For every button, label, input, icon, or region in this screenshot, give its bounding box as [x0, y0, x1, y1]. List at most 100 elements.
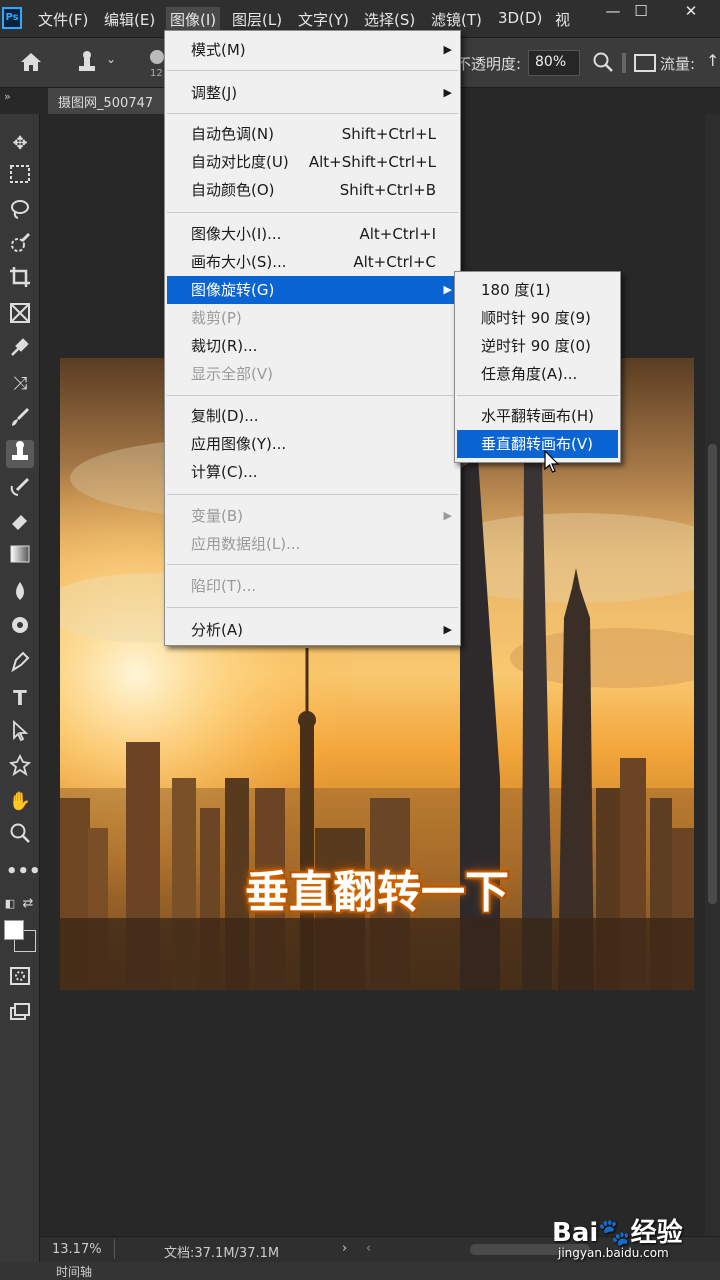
menu-type[interactable]: 文字(Y) — [298, 9, 349, 30]
marquee-icon[interactable] — [6, 164, 34, 192]
gradient-icon[interactable] — [6, 544, 34, 572]
close-button[interactable]: ✕ — [668, 2, 714, 22]
search-icon[interactable] — [592, 51, 614, 77]
flow-label: 流量: — [660, 55, 696, 73]
opacity-input[interactable]: 80% — [528, 50, 580, 76]
brush-icon[interactable] — [6, 406, 34, 434]
submenu-item-flip-vertical[interactable]: 垂直翻转画布(V) — [457, 430, 618, 458]
foreground-color-swatch[interactable] — [4, 920, 24, 940]
history-brush-icon[interactable] — [6, 476, 34, 504]
clone-stamp-preset-icon[interactable] — [74, 50, 100, 78]
default-colors-icon[interactable]: ◧ — [0, 890, 20, 918]
workspace-icon[interactable] — [634, 54, 656, 72]
submenu-item-flip-horizontal[interactable]: 水平翻转画布(H) — [457, 402, 618, 430]
clone-stamp-icon[interactable] — [6, 440, 34, 468]
menu-separator — [167, 564, 458, 565]
submenu-arrow-icon: ▶ — [443, 86, 452, 99]
menu-3d[interactable]: 3D(D) — [498, 9, 542, 27]
zoom-icon[interactable] — [6, 822, 34, 850]
menu-item-canvas-size[interactable]: 画布大小(S)... Alt+Ctrl+C — [167, 248, 458, 276]
chevron-down-icon[interactable]: ⌄ — [106, 52, 116, 66]
menu-item-duplicate[interactable]: 复制(D)... — [167, 402, 458, 430]
quick-select-icon[interactable] — [6, 232, 34, 260]
menu-item-adjustments[interactable]: 调整(J) ▶ — [167, 79, 458, 107]
menu-layer[interactable]: 图层(L) — [232, 9, 282, 30]
hand-icon[interactable]: ✋ — [6, 788, 34, 816]
vertical-scrollbar[interactable] — [705, 114, 720, 1236]
menu-item-apply-data-set[interactable]: 应用数据组(L)... — [167, 530, 458, 558]
menu-separator — [167, 395, 458, 396]
submenu-item-arbitrary[interactable]: 任意角度(A)... — [457, 360, 618, 388]
swap-colors-icon[interactable]: ⇄ — [18, 890, 38, 918]
move-icon[interactable]: ✥ — [6, 130, 34, 158]
chevron-right-icon[interactable]: › — [342, 1241, 347, 1256]
path-select-icon[interactable] — [6, 719, 34, 748]
menu-separator — [167, 494, 458, 495]
caption-text: 垂直翻转一下 — [245, 867, 509, 918]
zoom-level[interactable]: 13.17% — [52, 1242, 102, 1257]
menu-separator — [167, 212, 458, 213]
frame-icon[interactable] — [6, 302, 34, 330]
menu-item-image-rotation[interactable]: 图像旋转(G) ▶ — [167, 276, 458, 304]
menu-item-mode[interactable]: 模式(M) ▶ — [167, 36, 458, 64]
dodge-icon[interactable] — [6, 614, 34, 642]
menu-file[interactable]: 文件(F) — [38, 9, 88, 30]
home-icon[interactable] — [18, 50, 44, 78]
menu-item-auto-contrast[interactable]: 自动对比度(U) Alt+Shift+Ctrl+L — [167, 148, 458, 176]
menu-item-trim[interactable]: 裁切(R)... — [167, 332, 458, 360]
menu-separator — [167, 607, 458, 608]
brush-tip-icon[interactable] — [150, 50, 164, 64]
separator — [622, 53, 626, 73]
quick-mask-icon[interactable] — [6, 966, 34, 994]
more-tools-icon[interactable]: ••• — [6, 858, 41, 886]
mouse-cursor-icon — [544, 450, 560, 473]
blur-icon[interactable] — [6, 580, 34, 608]
submenu-item-rotate-90-cw[interactable]: 顺时针 90 度(9) — [457, 304, 618, 332]
baidu-jingyan-watermark: Bai🐾经验 jingyan.baidu.com — [552, 1212, 712, 1268]
menu-item-auto-color[interactable]: 自动颜色(O) Shift+Ctrl+B — [167, 176, 458, 204]
menu-select[interactable]: 选择(S) — [364, 9, 415, 30]
menu-item-image-size[interactable]: 图像大小(I)... Alt+Ctrl+I — [167, 220, 458, 248]
menu-separator — [457, 395, 618, 396]
baidu-logo: Bai🐾经验 — [552, 1218, 683, 1248]
menu-separator — [167, 113, 458, 114]
screen-mode-icon[interactable] — [6, 1002, 34, 1030]
pen-icon[interactable] — [6, 650, 34, 678]
menu-item-variables[interactable]: 变量(B) ▶ — [167, 502, 458, 530]
timeline-label[interactable]: 时间轴 — [56, 1263, 92, 1280]
lasso-icon[interactable] — [6, 198, 34, 226]
watermark-url: jingyan.baidu.com — [558, 1246, 669, 1260]
menu-view[interactable]: 视 — [555, 9, 570, 30]
menu-edit[interactable]: 编辑(E) — [104, 9, 155, 30]
collapse-panel-icon[interactable]: » — [4, 90, 11, 103]
scrollbar-thumb[interactable] — [708, 444, 717, 904]
type-icon[interactable]: T — [6, 684, 34, 712]
menu-item-analysis[interactable]: 分析(A) ▶ — [167, 616, 458, 644]
pressure-flow-icon[interactable]: ↑ — [706, 51, 719, 70]
menu-item-trap[interactable]: 陷印(T)... — [167, 572, 458, 600]
shape-icon[interactable] — [6, 753, 34, 782]
menu-separator — [167, 70, 458, 71]
submenu-item-rotate-180[interactable]: 180 度(1) — [457, 276, 618, 304]
chevron-left-icon[interactable]: ‹ — [366, 1241, 371, 1256]
menu-item-calculations[interactable]: 计算(C)... — [167, 458, 458, 486]
eraser-icon[interactable] — [6, 510, 34, 538]
menu-image[interactable]: 图像(I) — [166, 7, 221, 32]
document-size: 文档:37.1M/37.1M — [164, 1246, 280, 1261]
menu-item-auto-tone[interactable]: 自动色调(N) Shift+Ctrl+L — [167, 120, 458, 148]
menu-item-apply-image[interactable]: 应用图像(Y)... — [167, 430, 458, 458]
image-menu-dropdown: 模式(M) ▶ 调整(J) ▶ 自动色调(N) Shift+Ctrl+L 自动对比度(… — [164, 30, 461, 646]
document-tab[interactable]: 摄图网_500747 — [48, 88, 168, 114]
healing-icon[interactable]: ⤨ — [6, 370, 34, 398]
brush-size-value: 12 — [150, 68, 163, 79]
menu-item-reveal-all[interactable]: 显示全部(V) — [167, 360, 458, 388]
submenu-item-rotate-90-ccw[interactable]: 逆时针 90 度(0) — [457, 332, 618, 360]
eyedropper-icon[interactable] — [6, 336, 34, 364]
maximize-button[interactable]: ☐ — [618, 2, 664, 22]
submenu-arrow-icon: ▶ — [443, 283, 452, 296]
image-rotation-submenu: 180 度(1) 顺时针 90 度(9) 逆时针 90 度(0) 任意角度(A)… — [454, 271, 621, 463]
crop-icon[interactable] — [6, 266, 34, 294]
photoshop-logo: Ps — [2, 7, 22, 29]
menu-item-crop[interactable]: 裁剪(P) — [167, 304, 458, 332]
menu-filter[interactable]: 滤镜(T) — [431, 9, 482, 30]
